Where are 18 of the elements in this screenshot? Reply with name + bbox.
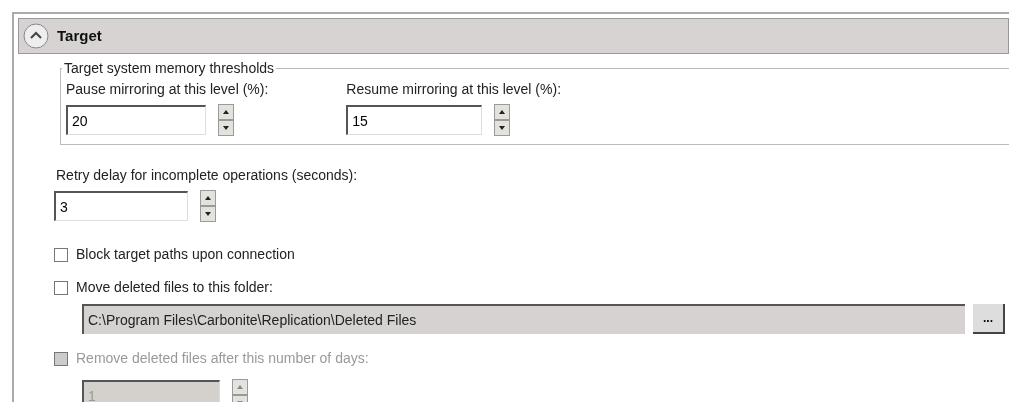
number-field[interactable]: 20 bbox=[66, 105, 206, 135]
field-label: Pause mirroring at this level (%): bbox=[66, 80, 269, 99]
section-title: Target bbox=[57, 25, 102, 46]
collapse-icon[interactable] bbox=[23, 23, 49, 49]
group-title: Target system memory thresholds bbox=[63, 59, 276, 78]
checkbox[interactable] bbox=[54, 280, 68, 295]
section-header[interactable]: Target bbox=[18, 18, 1009, 54]
checkbox-label: Block target paths upon connection bbox=[76, 245, 295, 264]
spinner-arrows-icon[interactable] bbox=[200, 190, 216, 222]
spinner-arrows-icon[interactable] bbox=[494, 104, 511, 136]
checkbox-label: Remove deleted files after this number of days: bbox=[76, 349, 369, 368]
checkbox[interactable] bbox=[54, 247, 68, 262]
field-label: Retry delay for incomplete operations (seconds): bbox=[56, 166, 359, 185]
field-label: Resume mirroring at this level (%): bbox=[346, 80, 562, 99]
spinner-arrows-icon[interactable] bbox=[218, 104, 234, 136]
checkbox-label: Move deleted files to this folder: bbox=[76, 278, 273, 297]
number-field[interactable]: 15 bbox=[346, 105, 483, 135]
number-field[interactable]: 3 bbox=[54, 191, 188, 221]
